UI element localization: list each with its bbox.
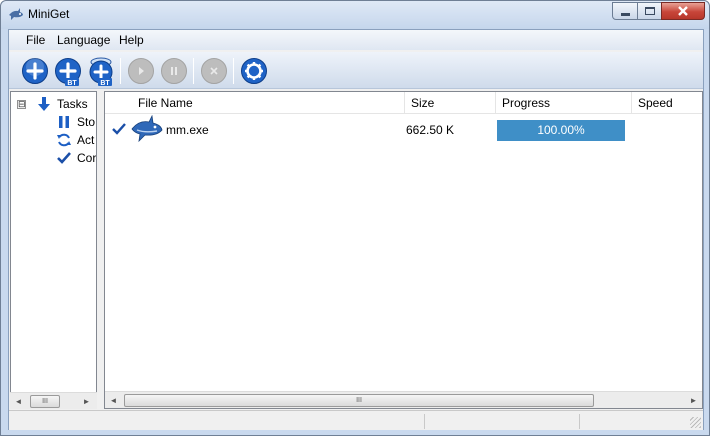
status-bar [9, 410, 703, 430]
download-list[interactable]: File Name Size Progress Speed mm.exe 662… [104, 91, 703, 409]
progress-text: 100.00% [537, 123, 585, 137]
scroll-right-icon[interactable]: ► [78, 393, 95, 410]
client-area: File Language Help BT BT ⊟ Tasks Sto Act… [8, 29, 704, 430]
list-header: File Name Size Progress Speed [105, 92, 702, 114]
column-header-progress[interactable]: Progress [495, 92, 631, 114]
plus-bt-icon: BT [55, 58, 81, 87]
scroll-thumb[interactable]: III [124, 394, 594, 407]
bt-badge: BT [67, 80, 77, 87]
toolbar: BT BT [9, 52, 703, 89]
progress-bar: 100.00% [497, 120, 625, 141]
toolbar-separator [233, 58, 234, 84]
toolbar-separator [193, 58, 194, 84]
arrow-down-icon [35, 96, 53, 112]
minimize-icon [620, 12, 630, 16]
plus-icon [22, 58, 48, 84]
gear-icon [241, 58, 267, 84]
check-icon [112, 122, 126, 138]
tree-item-tasks[interactable]: Tasks [35, 95, 88, 113]
check-icon [55, 150, 73, 166]
column-header-speed[interactable]: Speed [631, 92, 702, 114]
resize-grip-icon[interactable] [690, 417, 701, 428]
tree-item-completed[interactable]: Cor [55, 149, 96, 167]
shark-icon [131, 114, 163, 145]
app-window: MiniGet File Language Help BT BT ⊟ Tasks… [0, 0, 710, 436]
table-row[interactable]: mm.exe 662.50 K 100.00% [105, 114, 702, 145]
tree-item-label: Tasks [57, 97, 88, 111]
tree-item-label: Cor [77, 151, 97, 165]
pause-button[interactable] [160, 57, 188, 85]
collapse-toggle[interactable]: ⊟ [17, 100, 26, 109]
menu-file[interactable]: File [26, 33, 45, 47]
maximize-button[interactable] [637, 2, 662, 20]
add-bt-task-button[interactable]: BT [54, 57, 82, 87]
list-horizontal-scrollbar[interactable]: ◄ III ► [105, 391, 702, 408]
delete-button[interactable] [200, 57, 228, 85]
menu-bar: File Language Help [9, 30, 703, 50]
close-button[interactable] [661, 2, 705, 20]
file-size: 662.50 K [406, 123, 455, 137]
column-header-file-name[interactable]: File Name [132, 92, 403, 114]
file-name: mm.exe [166, 123, 209, 137]
pause-icon [161, 58, 187, 84]
maximize-icon [644, 7, 655, 15]
close-icon [678, 6, 688, 16]
scroll-right-icon[interactable]: ► [685, 392, 702, 408]
toolbar-separator [120, 58, 121, 84]
add-task-button[interactable] [21, 57, 49, 85]
minimize-button[interactable] [612, 2, 638, 20]
window-title: MiniGet [28, 7, 70, 21]
tree-item-label: Sto [77, 115, 96, 129]
x-icon [201, 58, 227, 84]
add-bt-batch-button[interactable]: BT [87, 57, 115, 87]
pause-icon [55, 114, 73, 130]
title-bar[interactable]: MiniGet [1, 1, 709, 29]
scroll-left-icon[interactable]: ◄ [105, 392, 122, 408]
tree-item-active[interactable]: Act [55, 131, 94, 149]
scroll-left-icon[interactable]: ◄ [10, 393, 27, 410]
tree-item-label: Act [77, 133, 95, 147]
tree-horizontal-scrollbar[interactable]: ◄ III ► [10, 392, 97, 409]
bt-badge: BT [100, 80, 110, 87]
shark-app-icon [9, 8, 23, 20]
start-button[interactable] [127, 57, 155, 85]
plus-bt-stack-icon: BT [89, 57, 113, 87]
status-divider [424, 414, 425, 429]
task-tree[interactable]: ⊟ Tasks Sto Act Cor [10, 91, 97, 409]
play-icon [128, 58, 154, 84]
settings-button[interactable] [240, 57, 268, 85]
menu-help[interactable]: Help [119, 33, 144, 47]
tree-item-stopped[interactable]: Sto [55, 113, 95, 131]
scroll-thumb[interactable]: III [30, 395, 60, 408]
column-header-size[interactable]: Size [404, 92, 491, 114]
refresh-icon [55, 132, 73, 148]
menu-language[interactable]: Language [57, 33, 110, 47]
status-divider [579, 414, 580, 429]
